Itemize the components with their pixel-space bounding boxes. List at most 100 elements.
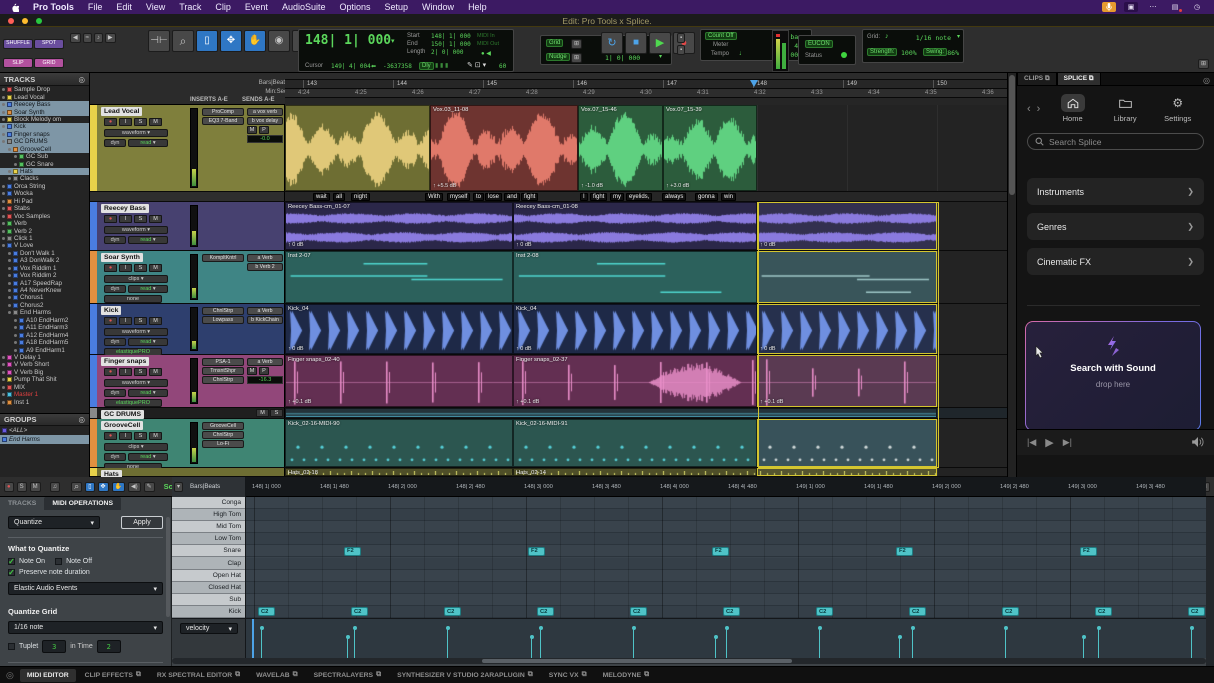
automation-selector[interactable]: dyn [104,285,126,293]
track-list-item[interactable]: Voc Samples [0,212,89,219]
window-tab-rx-spectral-editor[interactable]: RX SPECTRAL EDITOR⧉ [150,668,247,682]
track-list-item[interactable]: A11 EndHarm3 [0,324,89,331]
play-button[interactable]: ▶ [649,32,671,54]
menu-edit[interactable]: Edit [116,2,132,12]
track-name[interactable]: Soar Synth [101,253,143,262]
solo-button[interactable]: S [134,317,147,325]
midi-record-icon[interactable]: ● [4,482,14,492]
insert-slot[interactable]: GrooveCell [202,422,244,430]
tuplet-checkbox[interactable]: ✓Tuplet [8,643,38,650]
track-list-item[interactable]: A3 DonWalk 2 [0,257,89,264]
audio-clip[interactable]: Vox.07_15-39↑ +3.0 dB [663,105,757,191]
menu-help[interactable]: Help [468,2,487,12]
player-prev-icon[interactable]: |◀ [1027,437,1036,448]
track-visibility-dot[interactable] [8,282,11,285]
zoom-in-horizontal-icon[interactable]: ▶ [105,33,116,43]
pre-roll-toggle[interactable]: ▪ [677,33,685,43]
track-visibility-dot[interactable] [8,177,11,180]
automation-selector[interactable]: dyn [104,389,126,397]
lyric-marker[interactable]: and [504,193,520,201]
track-lane[interactable]: Kick_04↑ 0 dBKick_04↑ 0 dB↑ 0 dB [285,304,1016,354]
track-list-item[interactable]: Kick [0,123,89,130]
midi-pencil-tool[interactable]: ✎ [144,482,155,492]
track-visibility-dot[interactable] [2,88,5,91]
nudge-label[interactable]: Nudge [546,53,570,61]
player-next-icon[interactable]: ▶| [1063,437,1072,448]
track-visibility-dot[interactable] [2,378,5,381]
bars-ruler[interactable]: 143144145146147148149150 [285,79,1007,88]
lane-ruler-label[interactable]: Bars|Beats [190,483,220,490]
pencil-mode-icon[interactable]: ✎ ⊡ ▾ [467,61,486,69]
track-lane[interactable]: Finger snaps_02-40↑ +0.1 dBFinger snaps_… [285,355,1016,407]
grid-note-dropdown-icon[interactable]: ▾ [957,33,960,40]
player-play-icon[interactable]: ▶ [1045,436,1053,449]
midi-smart-tool[interactable]: ✋ [112,482,125,492]
record-enable-button[interactable]: ● [104,264,117,272]
timebase-selector[interactable]: none [104,295,162,303]
automation-mode-selector[interactable]: read ▾ [128,453,168,461]
midi-zoom-icon[interactable]: ♪ [94,33,103,43]
waveform-zoom-icon[interactable]: ≈ [83,33,92,43]
solo-button[interactable]: S [134,215,147,223]
track-list-item[interactable]: GC DRUMS [0,138,89,145]
splice-category-genres[interactable]: Genres❯ [1027,213,1204,240]
selection-end[interactable]: 150| 1| 000 [431,41,471,48]
track-name[interactable]: Reecey Bass [101,204,149,213]
track-visibility-dot[interactable] [14,326,17,329]
grid-format-icon[interactable]: ⊞ [571,39,582,49]
track-view-selector[interactable]: waveform ▾ [104,129,168,137]
quantize-grid-select[interactable]: 1/16 note▾ [8,621,163,634]
strength-label[interactable]: Strength: [867,48,897,56]
track-visibility-dot[interactable] [8,259,11,262]
solo-button[interactable]: S [134,118,147,126]
lyric-marker[interactable]: to [473,193,484,201]
midi-ruler[interactable]: 148| 1| 000148| 1| 480148| 2| 000148| 2|… [246,477,1206,497]
zoomer-tool[interactable]: ⌕ [172,30,194,52]
track-name[interactable]: Kick [101,306,121,315]
track-list-item[interactable]: Soar Synth [0,108,89,115]
splice-home-button[interactable]: Home [1046,94,1099,123]
velocity-lane[interactable] [246,618,1206,658]
input-monitor-button[interactable]: I [119,118,132,126]
track-visibility-dot[interactable] [8,170,11,173]
audio-clip[interactable]: Kick_02-16-MIDI-90 [285,419,513,467]
send-slot[interactable]: b vox delay [247,117,283,125]
send-slot[interactable]: a Verb [247,254,283,262]
folder-mute-button[interactable]: M [256,409,269,417]
nav-forward-icon[interactable]: › [1037,103,1041,115]
track-visibility-dot[interactable] [8,267,11,270]
midi-panel-scrollbar[interactable] [166,517,170,617]
midi-note-c2[interactable]: C2 [444,607,461,616]
track-visibility-dot[interactable] [2,200,5,203]
notation-view-icon[interactable]: ♫ [50,482,61,492]
display-icon[interactable]: ▣ [1124,2,1138,12]
record-enable-button[interactable]: ● [104,317,117,325]
more-status-icon[interactable]: ⋯ [1146,2,1160,12]
track-list-item[interactable]: Wocka [0,190,89,197]
track-list-item[interactable]: V Verb Short [0,361,89,368]
audio-clip[interactable]: Hats_02-14 [513,468,757,476]
drum-lane-conga[interactable]: Conga [172,497,245,509]
solo-button[interactable]: S [134,368,147,376]
solo-button[interactable]: S [134,432,147,440]
lyric-marker[interactable]: win [721,193,736,201]
menu-options[interactable]: Options [339,2,370,12]
lyric-marker[interactable]: my [610,193,624,201]
track-visibility-dot[interactable] [2,356,5,359]
input-monitor-button[interactable]: I [119,264,132,272]
send-mute-button[interactable]: M [247,367,257,375]
track-list-item[interactable]: Inst 1 [0,398,89,405]
track-name[interactable]: GC DRUMS [101,410,144,419]
lyric-marker[interactable]: wait [313,193,330,201]
track-visibility-dot[interactable] [2,111,5,114]
track-list-item[interactable]: Stabs [0,205,89,212]
insert-slot[interactable]: ChnlStrp [202,376,244,384]
midi-note-c2[interactable]: C2 [537,607,554,616]
drum-lane-low-tom[interactable]: Low Tom [172,533,245,545]
velocity-stem[interactable] [912,628,913,658]
edit-mode-shuffle[interactable]: SHUFFLE [3,39,33,49]
grid-label[interactable]: Grid [546,39,563,47]
preserve-note-duration-checkbox[interactable]: ✓Preserve note duration [8,569,163,576]
insert-slot[interactable]: Lo-Fi [202,440,244,448]
track-list-item[interactable]: A10 EndHarm2 [0,317,89,324]
